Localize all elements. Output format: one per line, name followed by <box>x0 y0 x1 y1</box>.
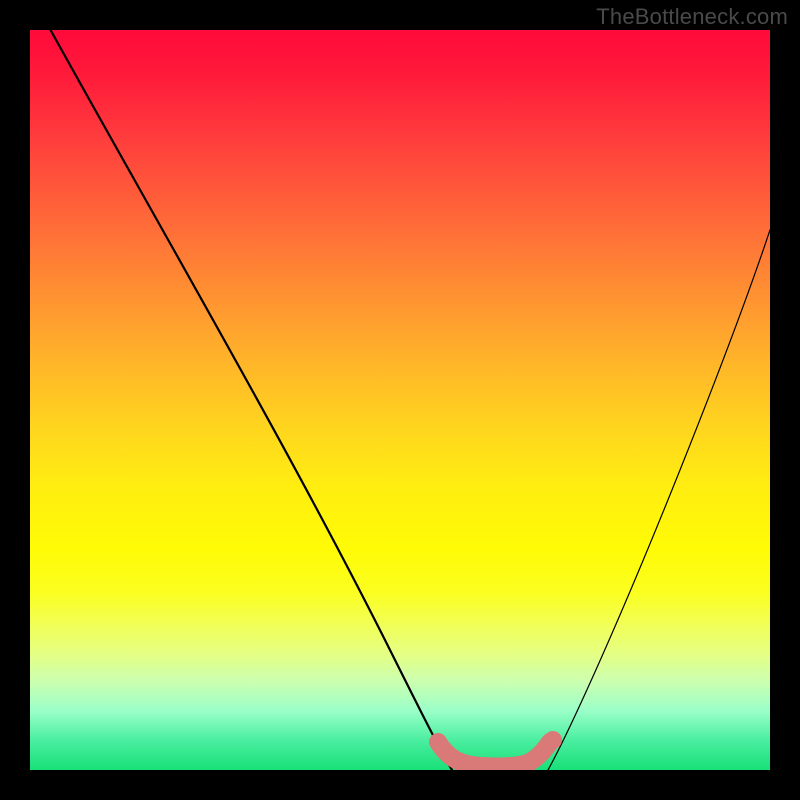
optimal-end-dot <box>544 731 562 749</box>
right-curve <box>548 230 770 770</box>
optimal-band <box>438 742 550 767</box>
curve-layer <box>30 30 770 770</box>
left-curve <box>45 30 452 770</box>
chart-frame: TheBottleneck.com <box>0 0 800 800</box>
watermark-text: TheBottleneck.com <box>596 4 788 30</box>
plot-area <box>30 30 770 770</box>
